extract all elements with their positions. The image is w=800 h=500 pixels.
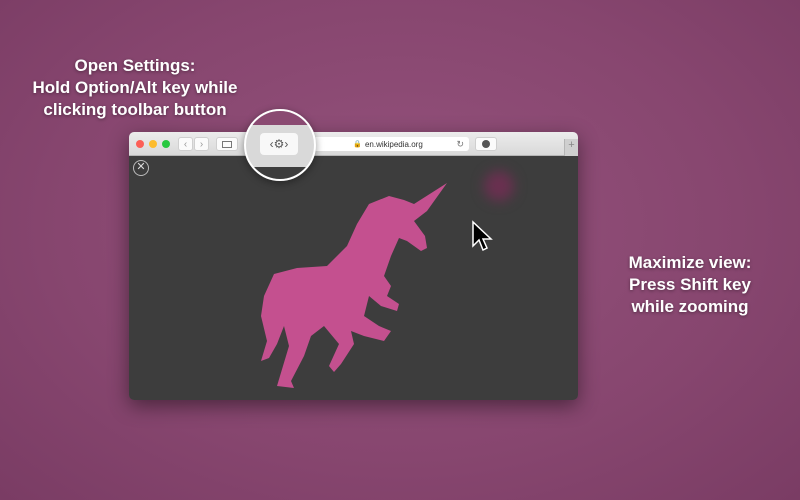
sidebar-icon <box>222 140 232 148</box>
zoomed-image-view: ✕ <box>129 156 578 400</box>
download-icon <box>482 140 490 148</box>
sidebar-button[interactable] <box>216 137 238 151</box>
address-bar[interactable]: 🔒 en.wikipedia.org ↻ <box>307 137 469 151</box>
caption-line: Hold Option/Alt key while <box>32 78 238 97</box>
minimize-window-button[interactable] <box>149 140 157 148</box>
zoom-settings-button[interactable]: ‹⚙› <box>260 133 298 155</box>
caption-line: Press Shift key <box>629 275 751 294</box>
back-button[interactable]: ‹ <box>178 137 193 151</box>
url-text: en.wikipedia.org <box>364 139 423 149</box>
cursor-icon <box>472 220 493 252</box>
close-window-button[interactable] <box>136 140 144 148</box>
zoom-window-button[interactable] <box>162 140 170 148</box>
lock-icon: 🔒 <box>353 141 362 148</box>
caption-line: while zooming <box>631 297 749 316</box>
reload-icon[interactable]: ↻ <box>456 139 464 150</box>
magnifier-callout: ‹⚙› <box>244 109 316 181</box>
toolbar: ‹ › 🔒 en.wikipedia.org ↻ + <box>129 132 578 156</box>
caption-line: Maximize view: <box>628 253 752 272</box>
zoom-settings-icon: ‹⚙› <box>269 137 289 151</box>
download-button[interactable] <box>475 137 497 151</box>
new-tab-button[interactable]: + <box>564 139 578 156</box>
unicorn-image <box>261 183 447 388</box>
caption-line: Open Settings: <box>74 56 196 75</box>
browser-window: ‹ › 🔒 en.wikipedia.org ↻ + ✕ <box>129 132 578 400</box>
forward-button[interactable]: › <box>194 137 209 151</box>
caption-line: clicking toolbar button <box>43 100 227 119</box>
maximize-caption: Maximize view: Press Shift key while zoo… <box>590 252 790 318</box>
settings-caption: Open Settings: Hold Option/Alt key while… <box>10 55 260 121</box>
